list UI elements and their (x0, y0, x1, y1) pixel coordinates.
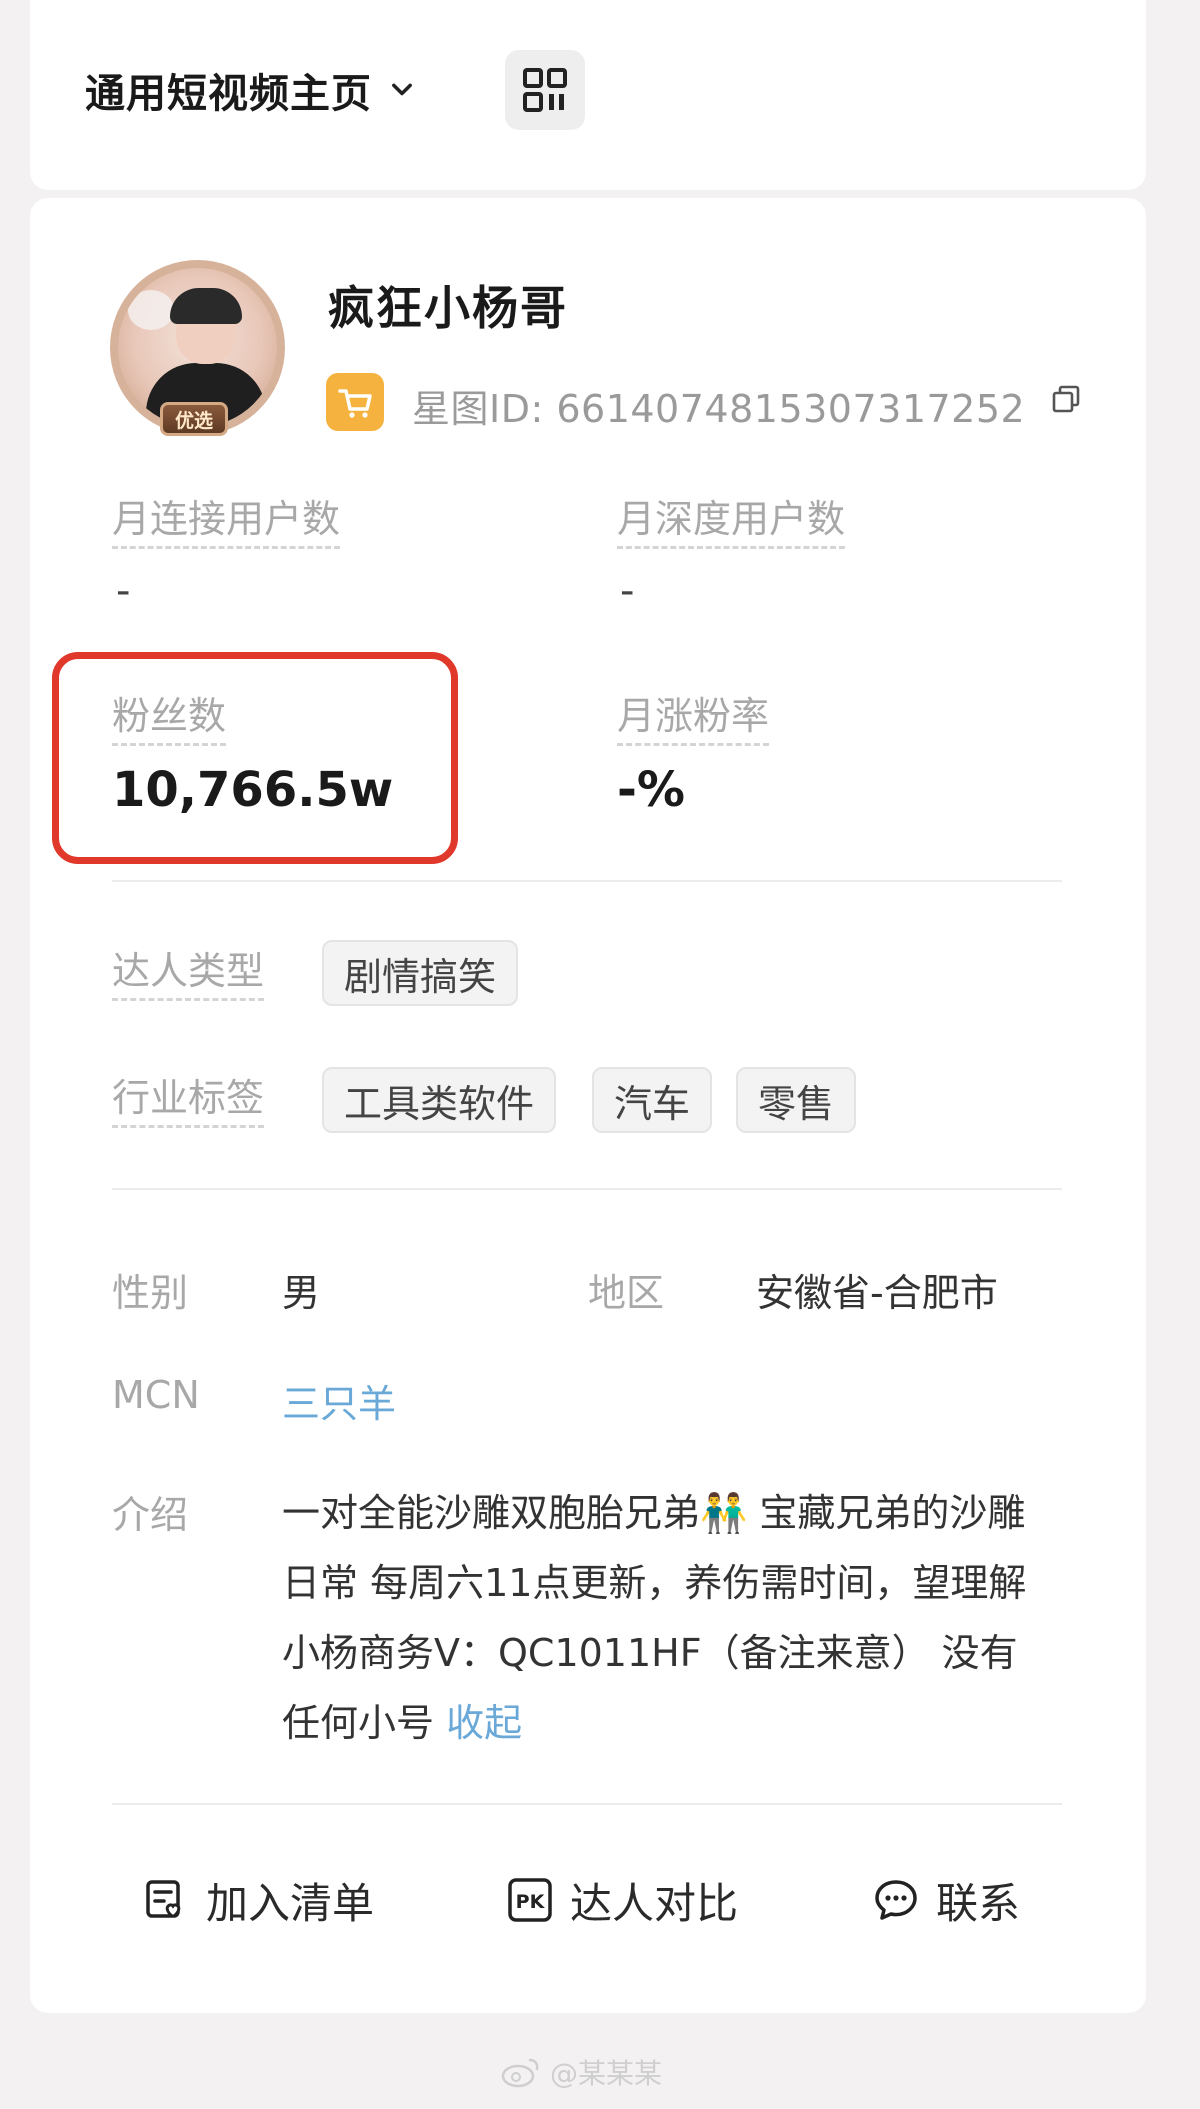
intro-body: 一对全能沙雕双胞胎兄弟👬 宝藏兄弟的沙雕日常 每周六11点更新，养伤需时间，望理… (282, 1491, 1027, 1745)
watermark: @某某某 (500, 2052, 662, 2092)
monthly-connected-users-label[interactable]: 月连接用户数 (112, 496, 341, 549)
copy-icon[interactable] (1050, 383, 1082, 415)
creator-type-label[interactable]: 达人类型 (112, 948, 265, 1001)
page: 通用短视频主页 优选 疯狂小杨哥 星图ID: 66140748153073172… (0, 0, 1200, 2109)
industry-label[interactable]: 行业标签 (112, 1075, 265, 1128)
monthly-follower-growth-label[interactable]: 月涨粉率 (617, 693, 770, 746)
gender-value: 男 (282, 1271, 321, 1315)
star-id: 星图ID: 6614074815307317252 (412, 387, 1026, 431)
action-bar: 加入清单 PK 达人对比 联系 (30, 1855, 1146, 1945)
mcn-link[interactable]: 三只羊 (282, 1373, 396, 1428)
qr-code-button[interactable] (505, 50, 585, 130)
industry-tag: 工具类软件 (322, 1067, 557, 1133)
gender-label: 性别 (112, 1271, 189, 1315)
industry-tag: 汽车 (592, 1067, 713, 1133)
intro-label: 介绍 (112, 1493, 189, 1537)
monthly-follower-growth-value: -% (617, 762, 686, 818)
industry-tag: 零售 (736, 1067, 857, 1133)
watermark-text: @某某某 (550, 2057, 663, 2090)
divider (112, 1803, 1062, 1805)
creator-type-tag: 剧情搞笑 (322, 940, 519, 1006)
chevron-down-icon (392, 83, 412, 96)
region-label: 地区 (588, 1271, 665, 1315)
avatar-hair (170, 288, 242, 324)
monthly-deep-users-value: - (620, 568, 635, 614)
avatar-flower (128, 290, 174, 330)
add-list-icon (146, 1880, 181, 1918)
monthly-connected-users-value: - (116, 568, 131, 614)
divider (112, 1188, 1062, 1190)
avatar-badge: 优选 (160, 402, 228, 436)
add-to-list-button[interactable]: 加入清单 (142, 1855, 374, 1945)
followers-highlight-box (52, 652, 458, 864)
creator-nickname: 疯狂小杨哥 (328, 281, 568, 335)
weibo-icon (501, 2058, 539, 2088)
compare-button[interactable]: PK 达人对比 (506, 1855, 738, 1945)
contact-label: 联系 (936, 1878, 1021, 1928)
qr-code-icon (523, 68, 567, 112)
compare-label: 达人对比 (570, 1878, 739, 1928)
shop-badge (326, 373, 384, 431)
page-type-label: 通用短视频主页 (85, 71, 372, 117)
intro-text: 一对全能沙雕双胞胎兄弟👬 宝藏兄弟的沙雕日常 每周六11点更新，养伤需时间，望理… (282, 1478, 1042, 1758)
contact-button[interactable]: 联系 (872, 1855, 1020, 1945)
mcn-label: MCN (112, 1373, 200, 1417)
divider (112, 880, 1062, 882)
add-to-list-label: 加入清单 (206, 1878, 375, 1928)
pk-icon: PK (508, 1878, 552, 1922)
monthly-deep-users-label[interactable]: 月深度用户数 (617, 496, 846, 549)
collapse-link[interactable]: 收起 (446, 1701, 522, 1745)
svg-text:PK: PK (516, 1891, 546, 1913)
chat-icon (875, 1880, 917, 1920)
region-value: 安徽省-合肥市 (756, 1271, 998, 1315)
shopping-cart-icon (338, 389, 372, 418)
page-type-select[interactable]: 通用短视频主页 (85, 60, 416, 120)
